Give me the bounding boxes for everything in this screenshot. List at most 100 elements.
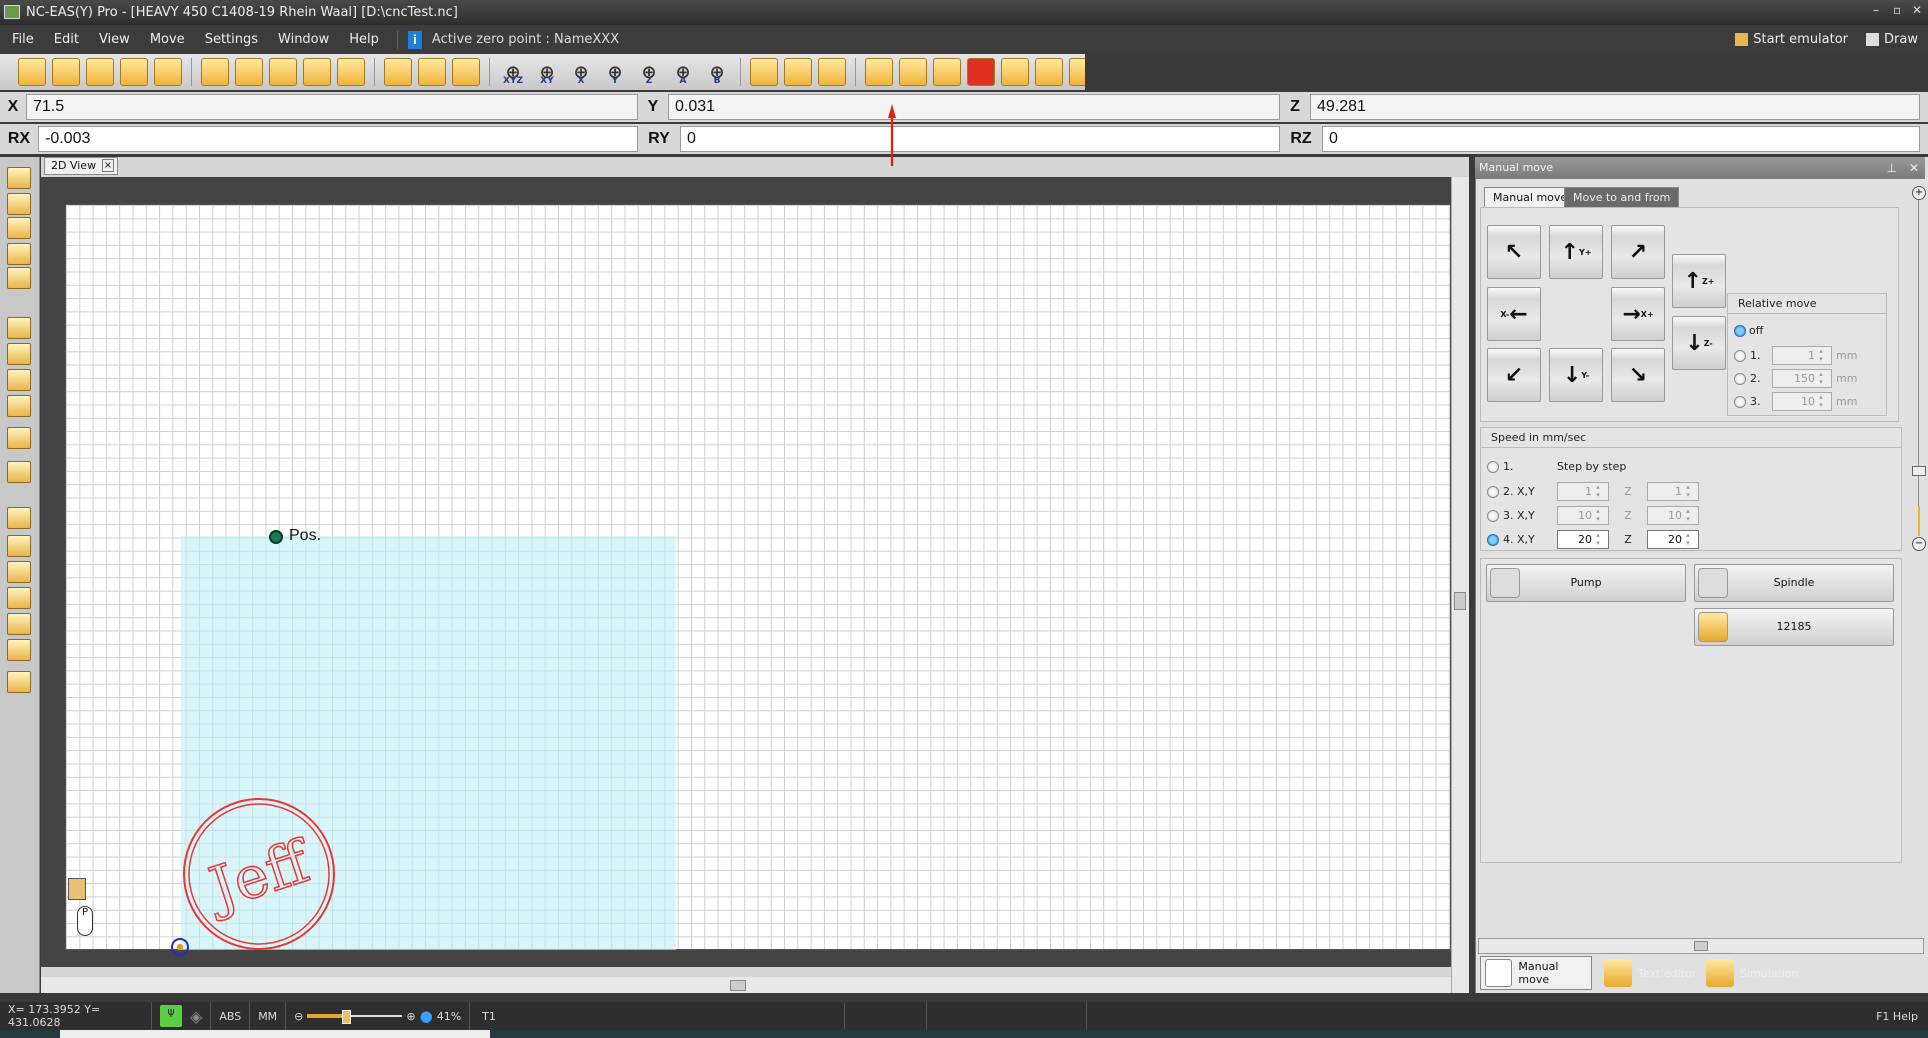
left-tool-9-icon[interactable] [7, 395, 31, 417]
menu-settings[interactable]: Settings [195, 32, 268, 47]
jog-down-left-button[interactable]: ↙ [1487, 348, 1541, 402]
menu-edit[interactable]: Edit [44, 32, 89, 47]
menu-window[interactable]: Window [268, 32, 339, 47]
hammer-icon[interactable] [269, 58, 297, 86]
radio[interactable] [1487, 510, 1499, 522]
open-file-icon[interactable] [52, 58, 80, 86]
speed-z-3[interactable]: 10 [1647, 506, 1699, 525]
ref-x-icon[interactable]: X [567, 58, 595, 86]
jog-x-minus-button[interactable]: X-← [1487, 287, 1541, 341]
draw-button[interactable]: Draw [1866, 32, 1918, 47]
close-button[interactable]: ✕ [1912, 3, 1922, 17]
relative-off-option[interactable]: off [1734, 324, 1763, 337]
redo-icon[interactable] [154, 58, 182, 86]
rz-field[interactable]: 0 [1322, 126, 1920, 152]
select-area-icon[interactable] [201, 58, 229, 86]
jog-up-right-button[interactable]: ↗ [1611, 225, 1665, 279]
panel-close-icon[interactable]: ✕ [1909, 157, 1919, 179]
minimize-button[interactable]: – [1873, 3, 1879, 17]
left-tool-1-icon[interactable] [7, 167, 31, 189]
ref-b-icon[interactable]: B [703, 58, 731, 86]
z-field[interactable]: 49.281 [1310, 94, 1920, 120]
radio[interactable] [1734, 350, 1746, 362]
ref-xyz-icon[interactable]: XYZ [499, 58, 527, 86]
left-tool-10-icon[interactable] [7, 427, 31, 449]
bottom-tab-simulation[interactable]: Simulation [1702, 956, 1802, 990]
relative-value-1[interactable]: 1 [1772, 346, 1832, 365]
left-tool-5-icon[interactable] [7, 267, 31, 289]
spindle-button[interactable]: Spindle [1694, 564, 1894, 602]
zoom-slider[interactable] [307, 1010, 402, 1022]
pause-icon[interactable] [933, 58, 961, 86]
ref-xy-icon[interactable]: XY [533, 58, 561, 86]
step-icon[interactable] [1001, 58, 1029, 86]
left-tool-6-icon[interactable] [7, 317, 31, 339]
jog-z-plus-button[interactable]: ↑Z+ [1672, 254, 1726, 308]
relative-value-3[interactable]: 10 [1772, 392, 1832, 411]
horizontal-scroll-thumb[interactable] [730, 980, 746, 991]
left-tool-11-icon[interactable] [7, 461, 31, 483]
left-tool-14-icon[interactable] [7, 561, 31, 583]
menu-move[interactable]: Move [140, 32, 195, 47]
box-icon[interactable] [337, 58, 365, 86]
speed-option-3[interactable]: 3. X,Y10Z10 [1487, 506, 1699, 525]
start-emulator-button[interactable]: Start emulator [1735, 32, 1848, 47]
jog-z-minus-button[interactable]: ↓Z- [1672, 316, 1726, 370]
left-tool-8-icon[interactable] [7, 369, 31, 391]
radio[interactable] [1487, 486, 1499, 498]
jog-y-minus-button[interactable]: ↓Y- [1549, 348, 1603, 402]
left-tool-7-icon[interactable] [7, 343, 31, 365]
speed-option-2[interactable]: 2. X,Y1Z1 [1487, 482, 1699, 501]
relative-option-1[interactable]: 1.1mm [1734, 346, 1857, 365]
menu-help[interactable]: Help [339, 32, 389, 47]
bottom-tab-manual-move[interactable]: Manual move [1480, 956, 1592, 990]
left-tool-3-icon[interactable] [7, 217, 31, 239]
menu-view[interactable]: View [89, 32, 140, 47]
abs-mode[interactable]: ABS [211, 1002, 250, 1030]
tab-2d-view[interactable]: 2D View× [44, 157, 118, 175]
speed-xy-3[interactable]: 10 [1557, 506, 1609, 525]
radio[interactable] [1734, 325, 1746, 337]
jog-x-plus-button[interactable]: →X+ [1611, 287, 1665, 341]
zoom-out-icon[interactable]: − [1912, 537, 1926, 551]
radio[interactable] [1734, 373, 1746, 385]
jog-up-left-button[interactable]: ↖ [1487, 225, 1541, 279]
settings-panel-icon[interactable] [784, 58, 812, 86]
spindle-speed-button[interactable]: 12185 [1694, 608, 1894, 646]
close-tab-icon[interactable]: × [102, 159, 114, 172]
radio[interactable] [1487, 534, 1499, 546]
jog-down-right-button[interactable]: ↘ [1611, 348, 1665, 402]
radio[interactable] [1734, 396, 1746, 408]
speed-option-4[interactable]: 4. X,Y20Z20 [1487, 530, 1699, 549]
parking-p-icon[interactable] [418, 58, 446, 86]
tab-manual-move[interactable]: Manual move [1484, 187, 1576, 207]
speed-z-2[interactable]: 1 [1647, 482, 1699, 501]
y-field[interactable]: 0.031 [668, 94, 1280, 120]
panel-horizontal-scrollbar[interactable] [1478, 938, 1924, 954]
speed-option-1[interactable]: 1.Step by step [1487, 460, 1626, 473]
rx-field[interactable]: -0.003 [38, 126, 638, 152]
unit-mode[interactable]: MM [250, 1002, 286, 1030]
stop-icon[interactable] [967, 58, 995, 86]
left-tool-4-icon[interactable] [7, 243, 31, 265]
left-tool-13-icon[interactable] [7, 535, 31, 557]
panel-zoom-slider[interactable]: + − [1912, 186, 1926, 551]
dro-icon[interactable] [384, 58, 412, 86]
speed-z-4[interactable]: 20 [1647, 530, 1699, 549]
horizontal-scrollbar[interactable] [41, 977, 1451, 993]
tab-move-to-and-from[interactable]: Move to and from [1564, 187, 1679, 207]
plane-icon[interactable] [452, 58, 480, 86]
ry-field[interactable]: 0 [680, 126, 1280, 152]
frame-icon[interactable] [865, 58, 893, 86]
vertical-scroll-thumb[interactable] [1454, 592, 1466, 610]
jog-y-plus-button[interactable]: ↑Y+ [1549, 225, 1603, 279]
play-icon[interactable] [899, 58, 927, 86]
left-tool-2-icon[interactable] [7, 193, 31, 215]
left-tool-18-icon[interactable] [7, 671, 31, 693]
tool-change-icon[interactable] [750, 58, 778, 86]
speed-xy-2[interactable]: 1 [1557, 482, 1609, 501]
zoom-thumb[interactable] [342, 1010, 351, 1024]
speed-xy-4[interactable]: 20 [1557, 530, 1609, 549]
undo-icon[interactable] [120, 58, 148, 86]
measure-icon[interactable] [818, 58, 846, 86]
